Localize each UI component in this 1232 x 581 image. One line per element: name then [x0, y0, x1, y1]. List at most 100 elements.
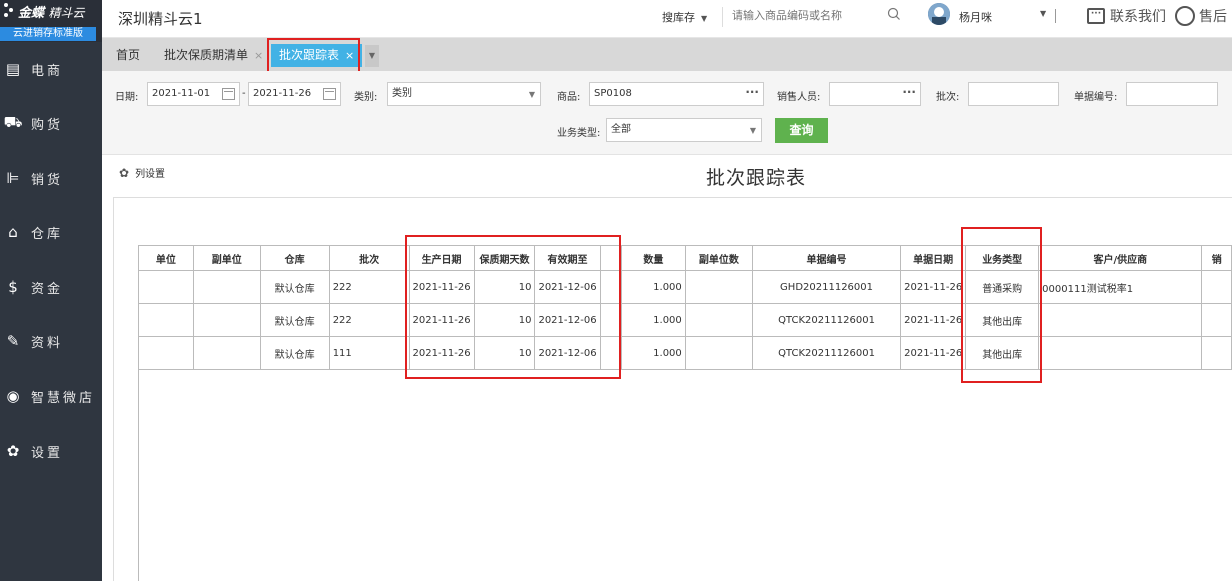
sidebar-item-label: 购货 [31, 117, 64, 133]
product-input[interactable]: SP0108 ··· [589, 82, 764, 106]
divider [1055, 9, 1056, 23]
search-icon[interactable] [887, 7, 901, 21]
sidebar-item-label: 设置 [31, 445, 64, 461]
column-header[interactable]: 保质期天数 [473, 245, 536, 271]
table-cell [192, 303, 261, 337]
table-cell [599, 270, 622, 304]
table-row[interactable]: 默认仓库 111 2021-11-26 10 2021-12-06 1.000 QTCK20… [138, 336, 1232, 370]
sidebar-item-6[interactable]: ✎ 资料 [0, 314, 102, 368]
pen-icon: ✎ [6, 332, 20, 350]
column-header[interactable]: 单据编号 [751, 245, 902, 271]
tab-batch-tracking[interactable]: 批次跟踪表 × [271, 44, 363, 67]
category-label: 类别: [354, 92, 378, 103]
table-cell [684, 270, 753, 304]
table-cell [599, 303, 622, 337]
table-cell: 111 [328, 336, 410, 370]
table-cell: 2021-11-26 [408, 303, 475, 337]
close-icon[interactable]: × [254, 49, 263, 62]
chevron-down-icon: ▼ [749, 126, 756, 135]
sidebar-item-1[interactable]: ▤ 电商 [0, 42, 102, 96]
table-cell: QTCK20211126001 [751, 336, 902, 370]
table-cell [138, 270, 194, 304]
column-header[interactable]: 副单位数 [684, 245, 753, 271]
table-cell: 默认仓库 [259, 336, 330, 370]
doc-no-input[interactable] [1126, 82, 1218, 106]
logo[interactable]: 金蝶 精斗云 云进销存标准版 [0, 0, 102, 42]
sidebar-item-7[interactable]: ◉ 智慧微店 [0, 369, 102, 423]
query-button[interactable]: 查询 [775, 118, 828, 143]
cart-icon: ⛟ [3, 113, 23, 131]
company-name: 深圳精斗云1 [118, 10, 203, 28]
salesperson-input[interactable]: ··· [829, 82, 921, 106]
sidebar-item-label: 资金 [31, 281, 64, 297]
sidebar-item-4[interactable]: ⌂ 仓库 [0, 205, 102, 259]
tab-home[interactable]: 首页 [108, 44, 148, 67]
chevron-down-icon[interactable]: ▼ [1040, 9, 1046, 18]
table-cell [1038, 303, 1203, 337]
more-icon[interactable]: ··· [745, 83, 759, 103]
table-cell: 2021-12-06 [534, 270, 601, 304]
column-header[interactable]: 客户/供应商 [1038, 245, 1203, 271]
column-header[interactable]: 批次 [328, 245, 410, 271]
column-settings-label: 列设置 [135, 169, 166, 180]
sidebar-item-3[interactable]: ⊫ 销货 [0, 151, 102, 205]
date-from-input[interactable]: 2021-11-01 [147, 82, 240, 106]
search-scope-dropdown[interactable]: 搜库存 ▼ [662, 9, 707, 25]
close-icon[interactable]: × [345, 49, 354, 62]
column-header[interactable]: 仓库 [259, 245, 330, 271]
column-header[interactable]: 销 [1201, 245, 1232, 271]
filter-panel: 日期: 2021-11-01 - 2021-11-26 类别: 类别 ▼ 商品:… [102, 71, 1232, 155]
sidebar-item-label: 电商 [31, 63, 64, 79]
product-label: 商品: [557, 92, 581, 103]
sidebar-item-2[interactable]: ⛟ 购货 [0, 96, 102, 150]
column-header[interactable]: 单据日期 [900, 245, 967, 271]
date-separator: - [242, 88, 246, 99]
column-header[interactable]: 数量 [620, 245, 686, 271]
table-cell: 10 [473, 270, 536, 304]
table-row[interactable]: 默认仓库 222 2021-11-26 10 2021-12-06 1.000 QTCK20… [138, 303, 1232, 337]
calendar-icon[interactable] [222, 88, 235, 100]
table-cell: 1.000 [620, 270, 686, 304]
table-cell: 222 [328, 270, 410, 304]
table-header-row: 单位 副单位 仓库 批次 生产日期 保质期天数 有效期至 数量 副单位数 单据编号 单据日期 业务类型… [138, 245, 1232, 271]
column-header[interactable]: 副单位 [192, 245, 261, 271]
tab-batch-shelf-life[interactable]: 批次保质期清单 × [156, 44, 271, 67]
logo-product: 精斗云 [48, 6, 85, 20]
date-to-input[interactable]: 2021-11-26 [248, 82, 341, 106]
table-cell [192, 336, 261, 370]
column-header[interactable]: 业务类型 [965, 245, 1040, 271]
sidebar-item-8[interactable]: ✿ 设置 [0, 424, 102, 478]
table-row[interactable]: 默认仓库 222 2021-11-26 10 2021-12-06 1.000 GHD202… [138, 270, 1232, 304]
table-cell: 10 [473, 303, 536, 337]
search-scope-label: 搜库存 [662, 11, 695, 24]
table-cell: 2021-11-26 [900, 270, 967, 304]
column-header[interactable]: 生产日期 [408, 245, 475, 271]
table-cell: 默认仓库 [259, 303, 330, 337]
date-from-value: 2021-11-01 [152, 88, 211, 99]
table-cell: 2021-11-26 [408, 336, 475, 370]
contact-us-button[interactable]: ··· 联系我们 [1087, 6, 1166, 26]
category-select[interactable]: 类别 ▼ [387, 82, 541, 106]
after-sales-button[interactable]: 售后 [1175, 6, 1227, 26]
tab-label: 批次保质期清单 [164, 48, 249, 62]
salesperson-label: 销售人员: [777, 92, 821, 103]
table-cell: 2021-11-26 [408, 270, 475, 304]
column-settings-button[interactable]: ✿ 列设置 [119, 165, 166, 181]
biz-type-select[interactable]: 全部 ▼ [606, 118, 762, 142]
column-header[interactable]: 有效期至 [534, 245, 601, 271]
table-cell: 默认仓库 [259, 270, 330, 304]
search-input[interactable] [732, 9, 862, 22]
calendar-icon[interactable] [323, 88, 336, 100]
user-name[interactable]: 杨月咪 [959, 9, 992, 25]
avatar[interactable] [928, 3, 950, 25]
more-icon[interactable]: ··· [902, 83, 916, 103]
table-cell [1038, 336, 1203, 370]
tab-more-icon[interactable]: ▼ [365, 45, 379, 67]
table-cell: 1.000 [620, 303, 686, 337]
column-header[interactable] [599, 245, 622, 271]
money-icon: $ [8, 278, 18, 296]
batch-input[interactable] [968, 82, 1059, 106]
sidebar-item-5[interactable]: $ 资金 [0, 260, 102, 314]
biz-type-label: 业务类型: [557, 128, 601, 139]
column-header[interactable]: 单位 [138, 245, 194, 271]
